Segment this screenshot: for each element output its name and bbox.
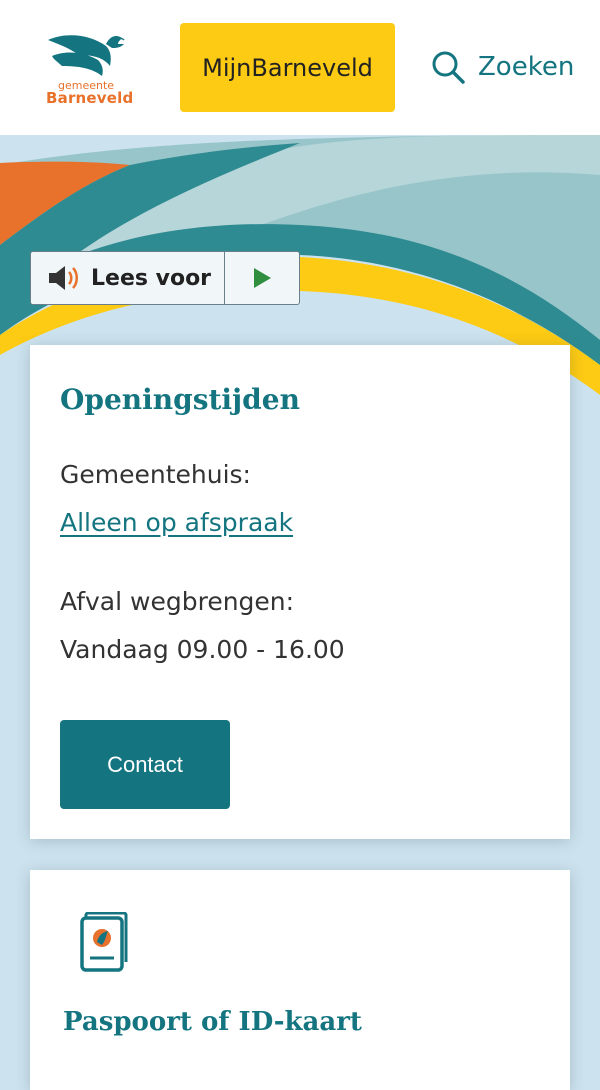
play-icon [254, 268, 271, 288]
passport-tile-title: Paspoort of ID-kaart [63, 1007, 362, 1037]
read-aloud-button[interactable]: Lees voor [31, 252, 225, 304]
contact-button[interactable]: Contact [60, 720, 230, 809]
read-aloud-label: Lees voor [91, 265, 212, 291]
town-hall-label: Gemeentehuis: [60, 460, 251, 489]
appointment-link[interactable]: Alleen op afspraak [60, 508, 293, 537]
site-header: gemeente Barneveld MijnBarneveld Zoeken [0, 0, 600, 135]
play-button[interactable] [225, 252, 299, 304]
readspeaker-widget: Lees voor [30, 251, 300, 305]
speaker-icon [49, 266, 78, 290]
waste-hours-value: Vandaag 09.00 - 16.00 [60, 635, 345, 664]
search-label: Zoeken [478, 52, 575, 82]
passport-tile[interactable]: Paspoort of ID-kaart [30, 870, 570, 1090]
opening-hours-card: Openingstijden Gemeentehuis: Alleen op a… [30, 345, 570, 839]
waste-label: Afval wegbrengen: [60, 587, 295, 616]
mijn-barneveld-button[interactable]: MijnBarneveld [180, 23, 395, 112]
search-icon [432, 51, 465, 84]
passport-icon [80, 912, 128, 972]
search-button[interactable]: Zoeken [430, 45, 574, 89]
logo-text-barneveld: Barneveld [46, 89, 134, 107]
opening-hours-title: Openingstijden [60, 383, 300, 416]
